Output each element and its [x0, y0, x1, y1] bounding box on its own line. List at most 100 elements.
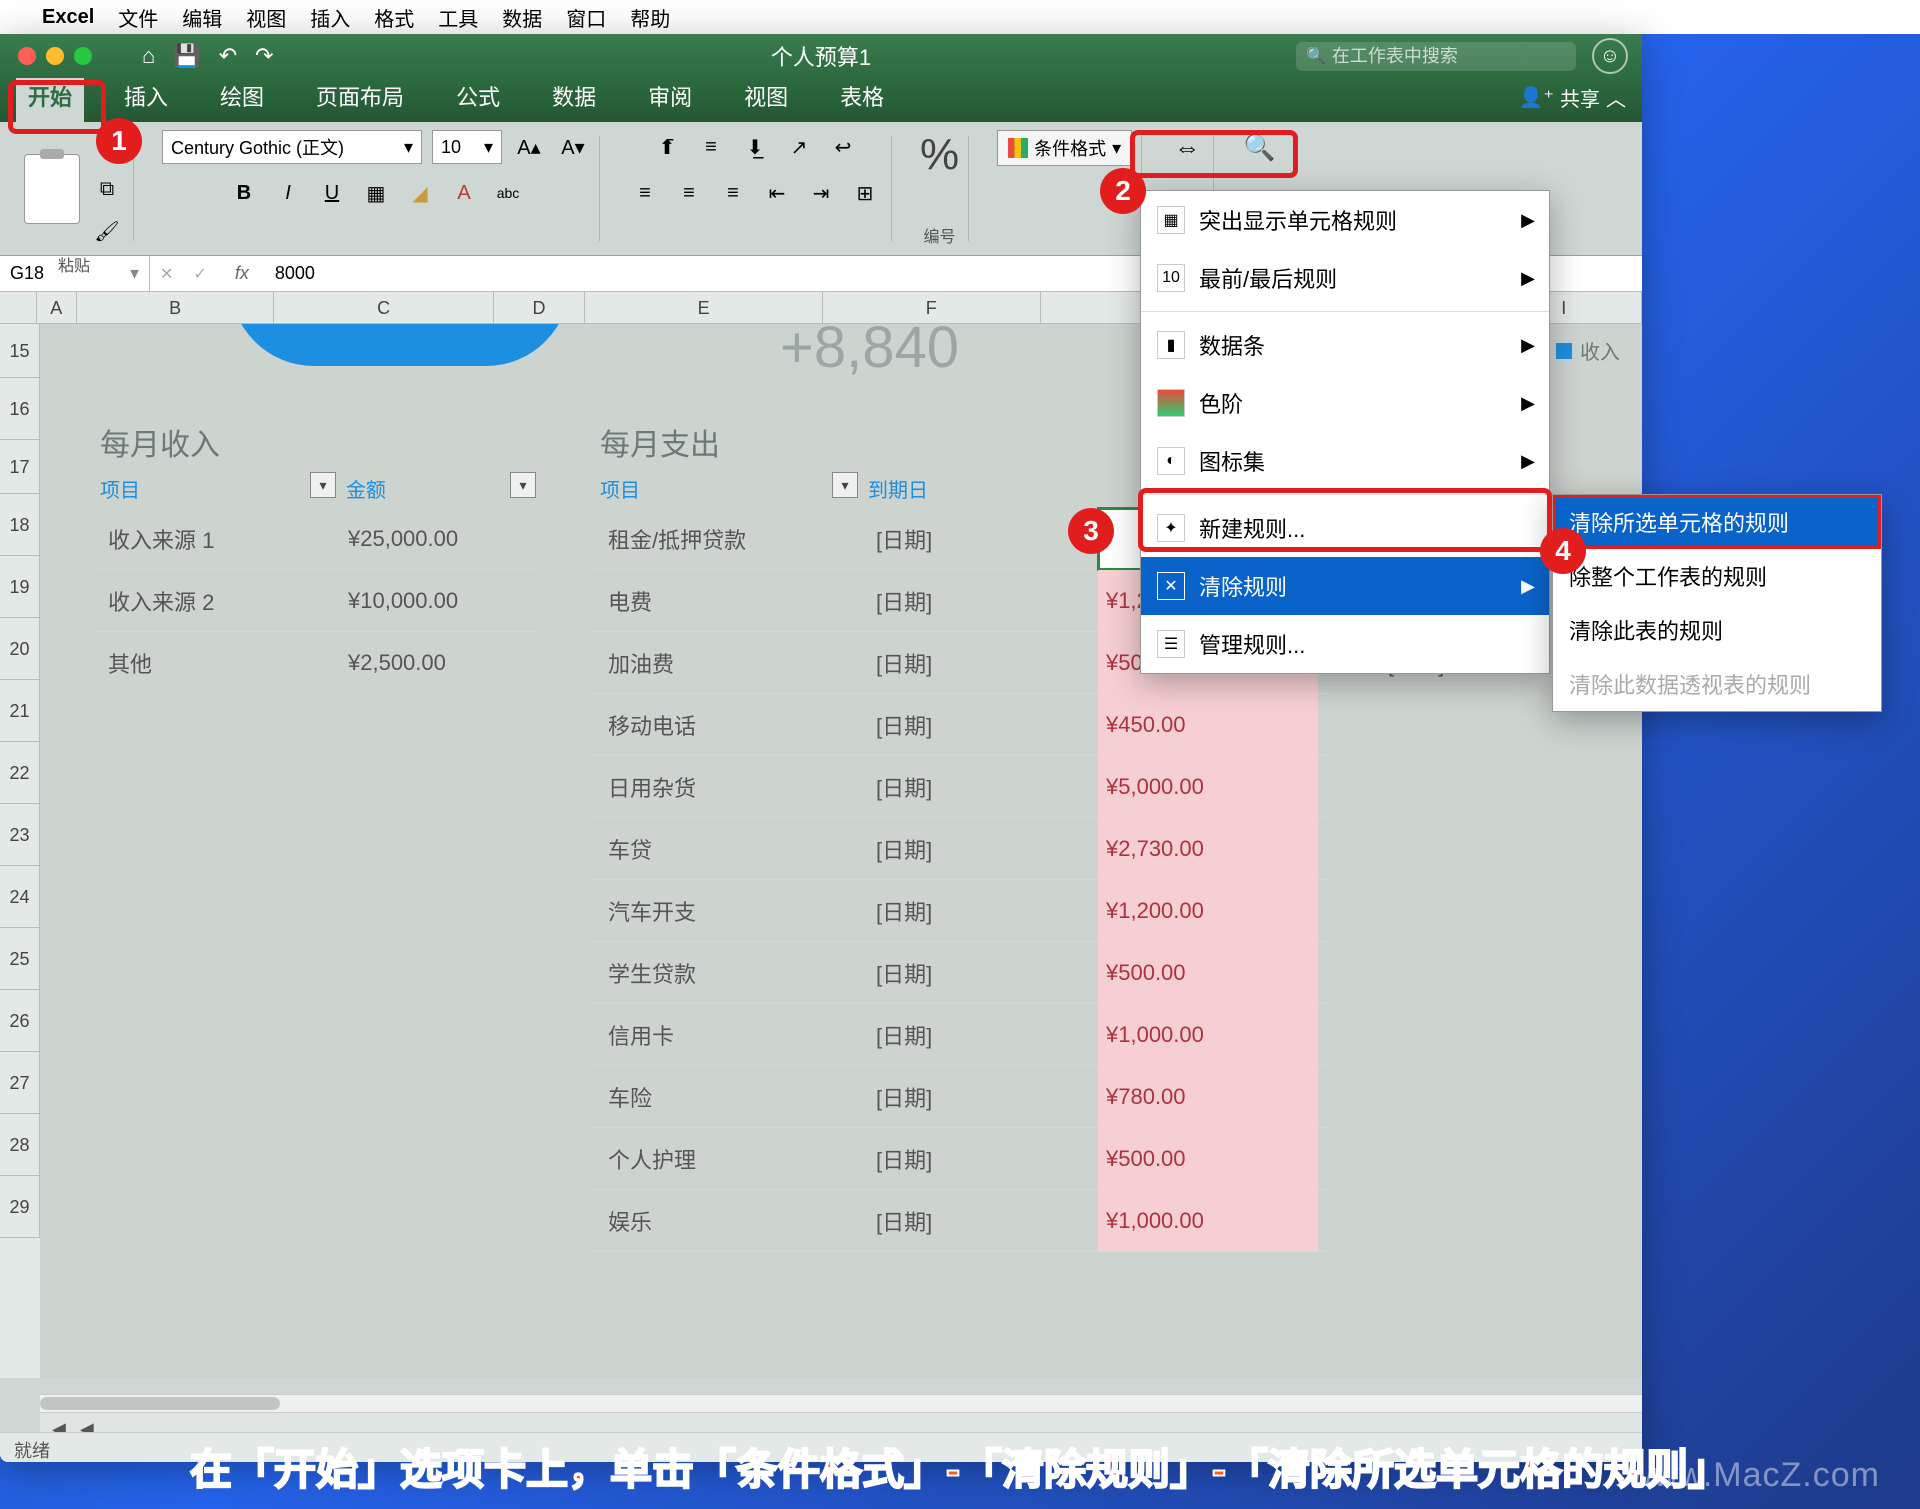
insert-cells-icon[interactable]: ⇔: [1170, 130, 1204, 164]
align-top-icon[interactable]: ⬆̄: [650, 130, 684, 164]
search-box[interactable]: 🔍: [1296, 42, 1576, 71]
align-left-icon[interactable]: ≡: [628, 176, 662, 210]
tab-home[interactable]: 开始: [16, 72, 84, 122]
font-color-button[interactable]: A: [447, 176, 481, 210]
orientation-icon[interactable]: ↗: [782, 130, 816, 164]
underline-button[interactable]: U: [315, 176, 349, 210]
col-c[interactable]: C: [274, 292, 493, 323]
merge-cells-icon[interactable]: ⊞: [848, 176, 882, 210]
redo-icon[interactable]: ↷: [255, 43, 273, 69]
bold-button[interactable]: B: [227, 176, 261, 210]
cf-highlight-rules[interactable]: ▦突出显示单元格规则▶: [1141, 191, 1549, 249]
menu-edit[interactable]: 编辑: [182, 3, 222, 32]
row-header[interactable]: 16: [0, 378, 40, 440]
align-bottom-icon[interactable]: ⬇̲: [738, 130, 772, 164]
tab-page-layout[interactable]: 页面布局: [304, 72, 416, 122]
tab-view[interactable]: 视图: [732, 72, 800, 122]
decrease-indent-icon[interactable]: ⇤: [760, 176, 794, 210]
row-header[interactable]: 18: [0, 494, 40, 556]
row-header[interactable]: 22: [0, 742, 40, 804]
undo-icon[interactable]: ↶: [219, 43, 237, 69]
row-header[interactable]: 24: [0, 866, 40, 928]
filter-button[interactable]: ▾: [832, 472, 858, 498]
filter-button[interactable]: ▾: [510, 472, 536, 498]
col-b[interactable]: B: [77, 292, 274, 323]
align-right-icon[interactable]: ≡: [716, 176, 750, 210]
tab-formulas[interactable]: 公式: [444, 72, 512, 122]
font-size-combo[interactable]: 10▾: [432, 130, 502, 164]
maximize-icon[interactable]: [74, 47, 92, 65]
border-button[interactable]: ▦: [359, 176, 393, 210]
align-center-icon[interactable]: ≡: [672, 176, 706, 210]
select-all-corner[interactable]: [0, 292, 37, 323]
cf-clear-rules[interactable]: ✕清除规则▶: [1141, 557, 1549, 615]
increase-indent-icon[interactable]: ⇥: [804, 176, 838, 210]
format-painter-icon[interactable]: 🖌: [90, 214, 124, 248]
cf-color-scales[interactable]: 色阶▶: [1141, 374, 1549, 432]
fill-color-button[interactable]: ◢: [403, 176, 437, 210]
italic-button[interactable]: I: [271, 176, 305, 210]
font-name-combo[interactable]: Century Gothic (正文)▾: [162, 130, 422, 164]
clear-entire-sheet[interactable]: 除整个工作表的规则: [1553, 549, 1881, 603]
menu-window[interactable]: 窗口: [566, 3, 606, 32]
menu-file[interactable]: 文件: [118, 3, 158, 32]
horizontal-scrollbar[interactable]: [40, 1394, 1642, 1412]
minimize-icon[interactable]: [46, 47, 64, 65]
tab-insert[interactable]: 插入: [112, 72, 180, 122]
wrap-text-icon[interactable]: ↩: [826, 130, 860, 164]
menu-insert[interactable]: 插入: [310, 3, 350, 32]
app-name[interactable]: Excel: [42, 6, 94, 29]
save-icon[interactable]: 💾: [173, 43, 200, 69]
menu-tools[interactable]: 工具: [438, 3, 478, 32]
row-header[interactable]: 28: [0, 1114, 40, 1176]
tab-data[interactable]: 数据: [540, 72, 608, 122]
confirm-icon[interactable]: ✓: [183, 264, 216, 284]
row-header[interactable]: 15: [0, 324, 40, 378]
row-header[interactable]: 26: [0, 990, 40, 1052]
row-header[interactable]: 20: [0, 618, 40, 680]
decrease-font-icon[interactable]: A▾: [556, 130, 590, 164]
clear-this-table[interactable]: 清除此表的规则: [1553, 603, 1881, 657]
row-header[interactable]: 17: [0, 440, 40, 494]
row-header[interactable]: 25: [0, 928, 40, 990]
col-a[interactable]: A: [37, 292, 77, 323]
col-e[interactable]: E: [585, 292, 823, 323]
cf-top-bottom-rules[interactable]: 10最前/最后规则▶: [1141, 249, 1549, 307]
find-icon[interactable]: 🔍: [1242, 130, 1276, 164]
scroll-thumb[interactable]: [40, 1397, 280, 1410]
row-header[interactable]: 23: [0, 804, 40, 866]
phonetic-button[interactable]: abc: [491, 176, 525, 210]
cf-data-bars[interactable]: ▮数据条▶: [1141, 316, 1549, 374]
col-f[interactable]: F: [823, 292, 1041, 323]
filter-button[interactable]: ▾: [310, 472, 336, 498]
menu-view[interactable]: 视图: [246, 3, 286, 32]
row-header[interactable]: 27: [0, 1052, 40, 1114]
increase-font-icon[interactable]: A▴: [512, 130, 546, 164]
align-middle-icon[interactable]: ≡: [694, 130, 728, 164]
user-account-button[interactable]: ☺: [1592, 38, 1628, 74]
cf-new-rule[interactable]: ✦新建规则...: [1141, 499, 1549, 557]
menu-data[interactable]: 数据: [502, 3, 542, 32]
paste-button[interactable]: [24, 154, 80, 224]
home-icon[interactable]: ⌂: [142, 43, 155, 69]
conditional-format-button[interactable]: 条件格式 ▾: [997, 130, 1132, 166]
fx-icon[interactable]: fx: [217, 263, 267, 284]
menu-help[interactable]: 帮助: [630, 3, 670, 32]
menu-format[interactable]: 格式: [374, 3, 414, 32]
row-header[interactable]: 29: [0, 1176, 40, 1238]
row-header[interactable]: 19: [0, 556, 40, 618]
row-header[interactable]: 21: [0, 680, 40, 742]
tab-table[interactable]: 表格: [828, 72, 896, 122]
tab-review[interactable]: 审阅: [636, 72, 704, 122]
search-input[interactable]: [1332, 46, 1566, 67]
col-d[interactable]: D: [494, 292, 585, 323]
cancel-icon[interactable]: ✕: [150, 264, 183, 284]
close-icon[interactable]: [18, 47, 36, 65]
clear-selected-cells[interactable]: 清除所选单元格的规则: [1553, 495, 1881, 549]
tab-draw[interactable]: 绘图: [208, 72, 276, 122]
share-button[interactable]: 👤⁺ 共享 ︿: [1519, 83, 1626, 122]
cf-icon-sets[interactable]: ◐图标集▶: [1141, 432, 1549, 490]
cf-manage-rules[interactable]: ☰管理规则...: [1141, 615, 1549, 673]
percent-icon[interactable]: %: [920, 130, 959, 180]
copy-icon[interactable]: ⧉: [90, 172, 124, 206]
